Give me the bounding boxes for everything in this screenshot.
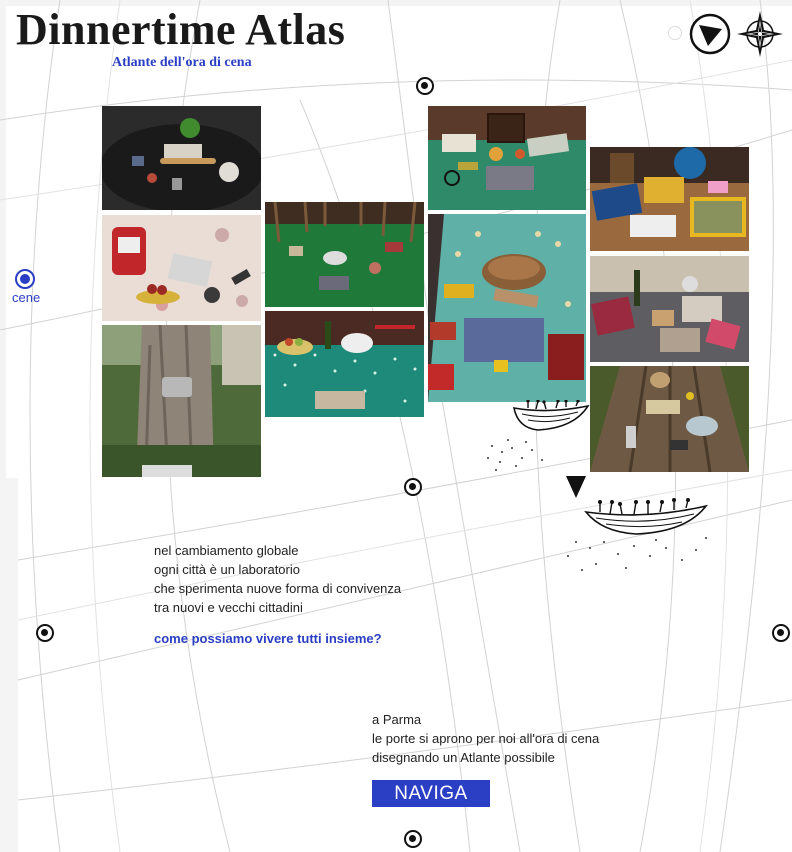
photo-dinner-table-teal-bread[interactable] [428,214,586,402]
site-subtitle: Atlante dell'ora di cena [112,55,252,70]
photo-dinner-table-wood-fabric[interactable] [590,147,749,251]
map-node-east[interactable] [772,624,790,642]
photo-dinner-table-black[interactable] [102,106,261,210]
compass-rose-icon[interactable] [736,10,784,58]
navigation-arrow-icon[interactable] [688,12,732,56]
intro-line: tra nuovi e vecchi cittadini [154,600,303,615]
photo-tree-trunk[interactable] [102,325,261,477]
parma-line: a Parma [372,712,422,727]
photo-dinner-table-gray-kitchen[interactable] [590,256,749,362]
map-node-north[interactable] [416,77,434,95]
photo-dinner-table-green-chair[interactable] [428,106,586,210]
cene-link[interactable]: cene [12,290,40,305]
parma-text: a Parma le porte si aprono per noi all'o… [372,710,599,767]
intro-line: che sperimenta nuove forma di convivenza [154,581,402,596]
photo-dinner-table-floral[interactable] [102,215,261,321]
parma-line: disegnando un Atlante possibile [372,750,555,765]
parma-line: le porte si aprono per noi all'ora di ce… [372,731,600,746]
question-text: come possiamo vivere tutti insieme? [154,631,382,646]
map-node-south[interactable] [404,830,422,848]
map-node-cene[interactable] [15,269,35,289]
site-title: Dinnertime Atlas [16,5,346,54]
photo-dinner-table-green-floor[interactable] [265,202,424,307]
map-node-center[interactable] [404,478,422,496]
faded-node-icon [668,26,682,40]
top-icon-group [668,10,788,60]
photo-dinner-table-outdoor-wood[interactable] [590,366,749,472]
intro-line: nel cambiamento globale [154,543,299,558]
intro-text: nel cambiamento globale ogni città è un … [154,541,401,617]
naviga-button[interactable]: NAVIGA [372,780,490,807]
intro-line: ogni città è un laboratorio [154,562,300,577]
photo-dinner-table-teal-polka[interactable] [265,311,424,417]
map-node-west[interactable] [36,624,54,642]
